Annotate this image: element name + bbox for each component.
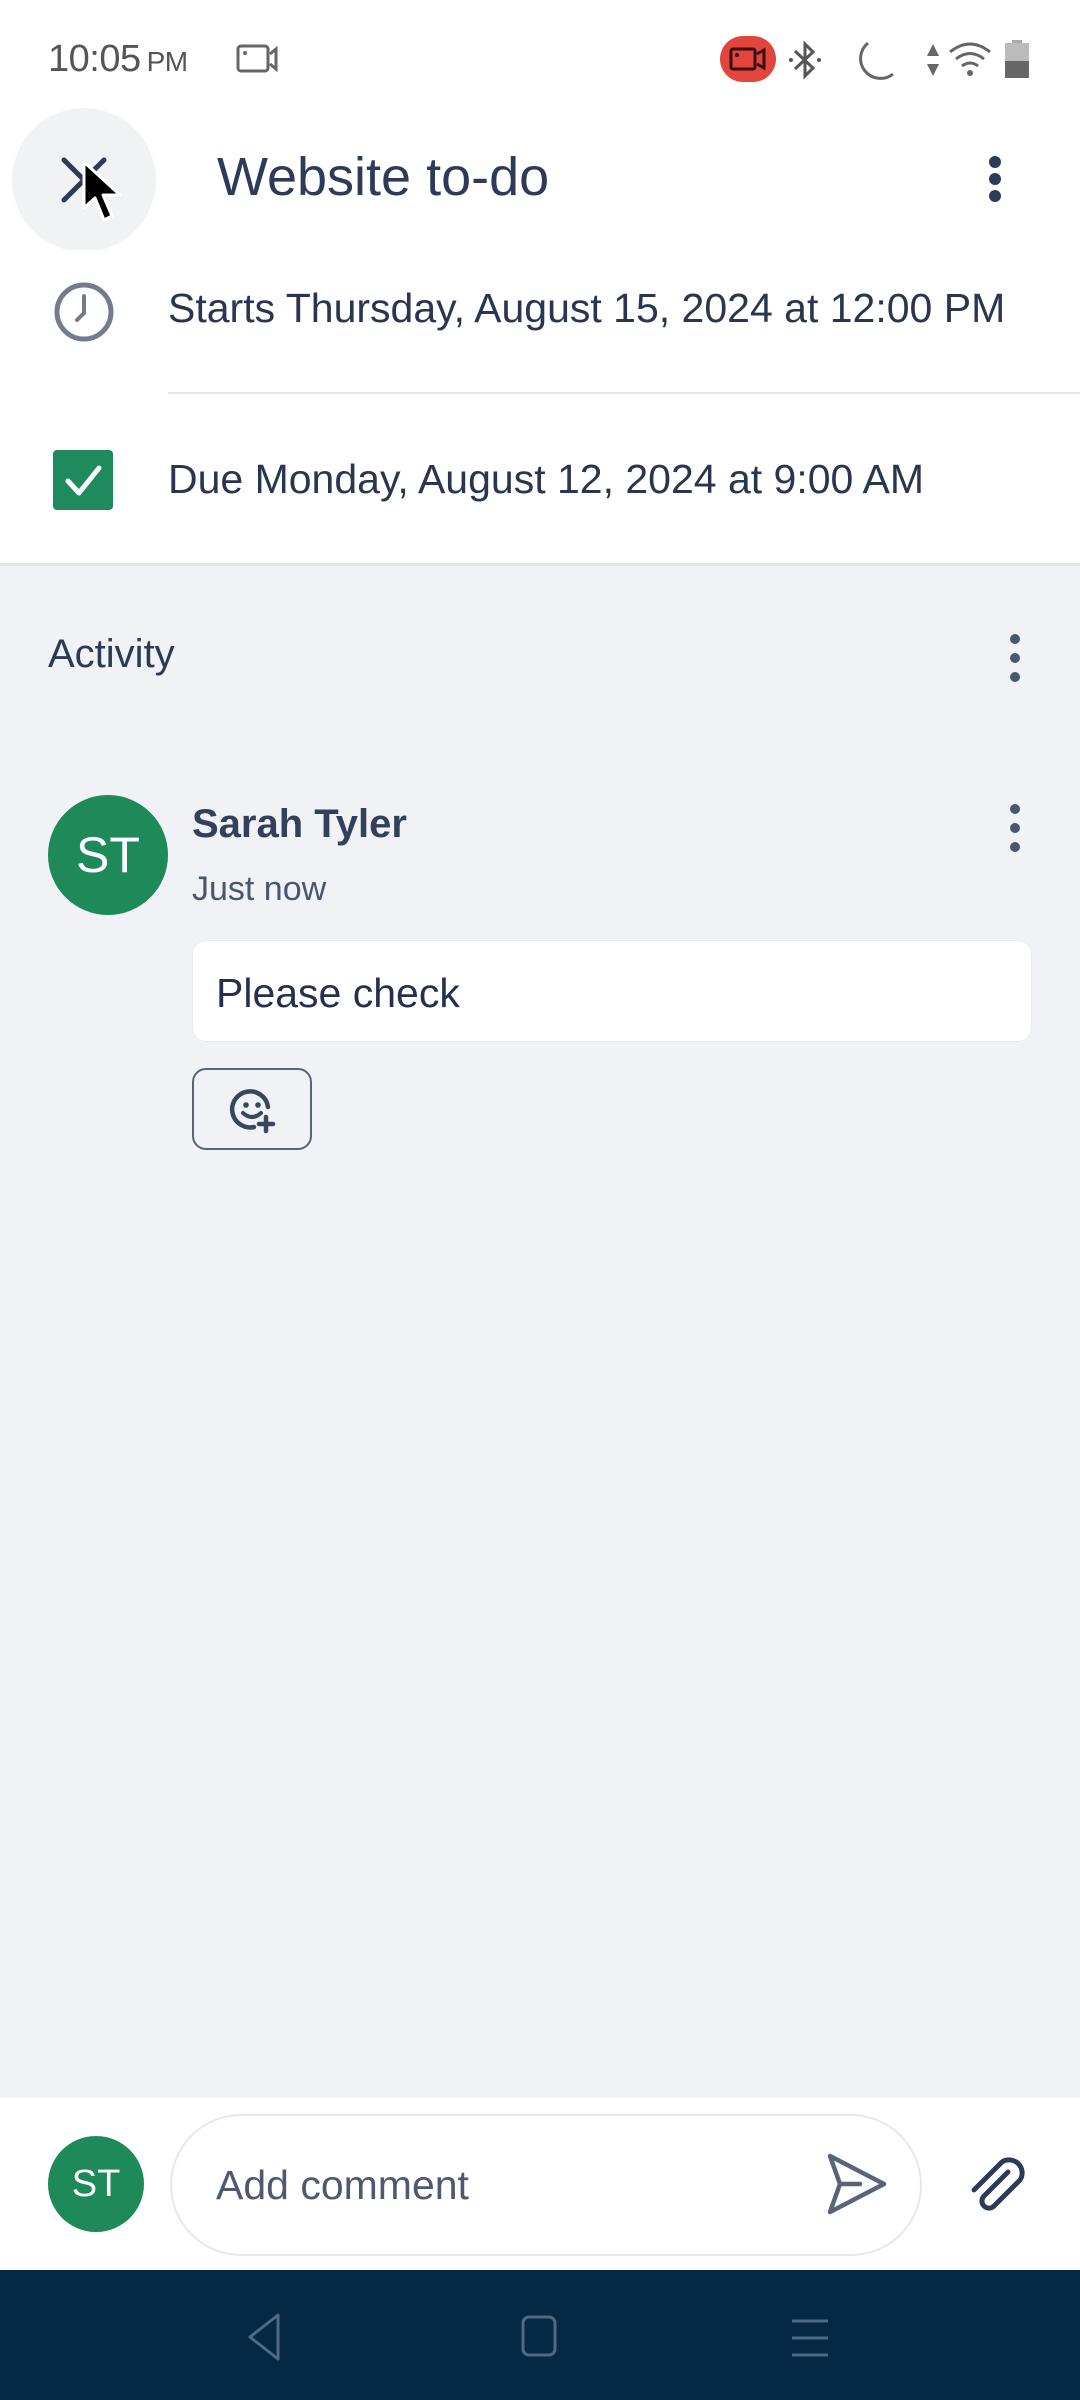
- activity-heading: Activity: [48, 632, 175, 676]
- avatar: ST: [48, 795, 168, 915]
- clock-icon: [54, 282, 114, 342]
- nav-back-icon[interactable]: [244, 2312, 284, 2362]
- status-clock: 10:05 PM: [48, 38, 188, 81]
- mouse-pointer-icon: [82, 160, 122, 222]
- more-vert-icon-dot: [1010, 804, 1020, 814]
- more-vert-icon-dot: [1010, 842, 1020, 852]
- due-date[interactable]: Due Monday, August 12, 2024 at 9:00 AM: [168, 456, 924, 503]
- nav-home-icon[interactable]: [520, 2314, 560, 2360]
- send-icon[interactable]: [822, 2150, 890, 2218]
- section-divider: [0, 563, 1080, 566]
- more-vert-icon-dot: [1010, 672, 1020, 682]
- data-arrows-icon: [927, 44, 939, 76]
- page-title: Website to-do: [217, 147, 550, 207]
- recording-badge: [720, 36, 776, 82]
- start-date[interactable]: Starts Thursday, August 15, 2024 at 12:0…: [168, 285, 1005, 332]
- divider: [168, 392, 1080, 394]
- comment-author: Sarah Tyler: [192, 802, 407, 846]
- due-checkbox[interactable]: [53, 450, 113, 510]
- more-vert-icon-dot: [989, 156, 1001, 168]
- checkmark-icon: [65, 465, 102, 496]
- add-reaction-icon: [229, 1089, 276, 1134]
- clock-time: 10:05: [48, 38, 141, 80]
- comment-input-placeholder[interactable]: Add comment: [216, 2162, 469, 2209]
- comment-timestamp: Just now: [192, 870, 327, 908]
- activity-more-button[interactable]: [1000, 628, 1030, 688]
- bluetooth-icon: [789, 40, 821, 80]
- more-vert-icon-dot: [1010, 634, 1020, 644]
- comment-more-button[interactable]: [1000, 798, 1030, 858]
- battery-icon: [1005, 40, 1029, 78]
- more-options-button[interactable]: [980, 148, 1010, 208]
- comment-text: Please check: [216, 970, 460, 1016]
- nav-recents-icon[interactable]: [788, 2316, 832, 2360]
- more-vert-icon-dot: [1010, 653, 1020, 663]
- more-vert-icon-dot: [1010, 823, 1020, 833]
- screen-record-icon: [236, 44, 278, 73]
- wifi-icon: [949, 42, 991, 76]
- recording-icon: [729, 47, 766, 71]
- attachment-icon[interactable]: [962, 2150, 1032, 2220]
- more-vert-icon-dot: [989, 173, 1001, 185]
- clock-ampm: PM: [146, 46, 189, 77]
- current-user-avatar: ST: [48, 2136, 144, 2232]
- do-not-disturb-icon: [859, 41, 894, 80]
- more-vert-icon-dot: [989, 190, 1001, 202]
